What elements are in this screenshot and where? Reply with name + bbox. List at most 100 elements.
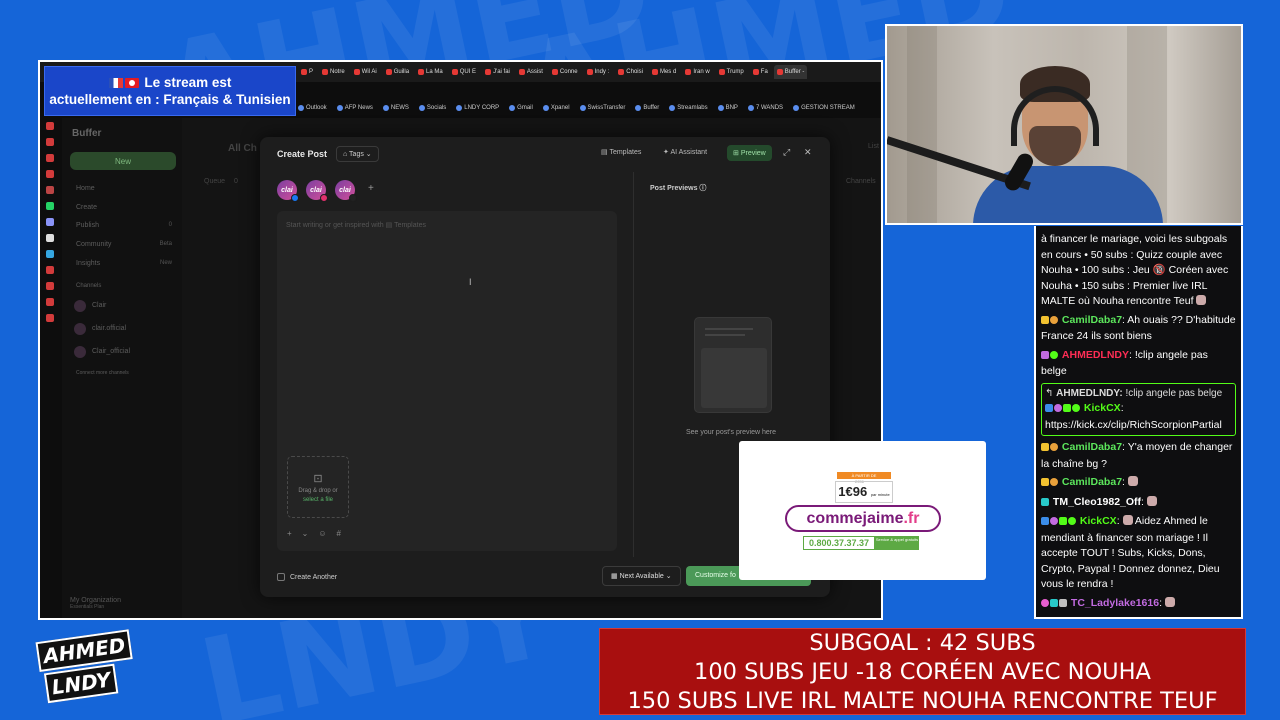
channel-item[interactable]: Clair xyxy=(92,302,106,309)
rail-app-icon[interactable] xyxy=(46,138,54,146)
telegram-icon[interactable] xyxy=(46,250,54,258)
folder-icon xyxy=(747,105,754,111)
sidebar-item-create[interactable]: Create xyxy=(76,204,97,211)
chat-link[interactable]: https://kick.cx/clip/RichScorpionPartial xyxy=(1045,419,1222,431)
channel-item[interactable]: Clair_official xyxy=(92,348,130,355)
language-banner: Le stream est actuellement en : Français… xyxy=(44,66,296,116)
browser-tab[interactable]: Iran w xyxy=(682,65,712,79)
bookmark-afp-news[interactable]: AFP News xyxy=(336,105,373,111)
queue-tab[interactable]: Queue xyxy=(204,178,225,185)
new-badge: New xyxy=(159,260,172,266)
bookmark-outlook[interactable]: Outlook xyxy=(298,105,327,111)
preview-toggle-button[interactable]: ⊞ Preview xyxy=(727,145,772,161)
rail-app-icon[interactable] xyxy=(46,154,54,162)
media-dropzone[interactable]: ⊡ Drag & drop or select a file xyxy=(287,456,349,518)
browser-tab[interactable]: J'ai fai xyxy=(482,65,513,79)
bookmark-buffer[interactable]: Buffer xyxy=(635,105,659,111)
channel-item[interactable]: clair.official xyxy=(92,325,126,332)
channel-avatar-facebook[interactable]: clai xyxy=(277,180,299,202)
connect-more-channels[interactable]: Connect more channels xyxy=(76,370,129,376)
chat-username[interactable]: TC_Ladylake1616 xyxy=(1071,597,1159,609)
emoji-badge-icon xyxy=(1050,315,1058,324)
emoji-button[interactable]: ☺ xyxy=(318,529,326,538)
bookmark-gmail[interactable]: Gmail xyxy=(509,105,533,111)
whatsapp-icon[interactable] xyxy=(46,202,54,210)
chat-username[interactable]: CamilDaba7 xyxy=(1062,476,1122,488)
channel-avatar-instagram[interactable]: clai xyxy=(306,180,328,202)
expand-icon[interactable]: ⤢ xyxy=(783,147,790,158)
chat-username[interactable]: KickCX xyxy=(1084,402,1121,414)
sidebar-item-home[interactable]: Home xyxy=(76,185,95,192)
tab-favicon-icon xyxy=(301,69,307,75)
organization-plan: Essentials Plan xyxy=(70,604,105,610)
sidebar-item-community[interactable]: Community xyxy=(76,241,111,248)
checkbox[interactable] xyxy=(277,573,285,581)
bookmark-swisstransfer[interactable]: SwissTransfer xyxy=(579,105,625,111)
organization-switcher[interactable]: My Organization Essentials Plan xyxy=(70,597,121,610)
add-channel-button[interactable]: + xyxy=(368,183,374,194)
bookmark-lndy-corp[interactable]: LNDY CORP xyxy=(456,105,499,111)
x-icon[interactable] xyxy=(46,234,54,242)
bookmark-socials[interactable]: Socials xyxy=(418,105,446,111)
rail-app-icon[interactable] xyxy=(46,186,54,194)
browser-tab[interactable]: Choisi xyxy=(615,65,646,79)
browser-tab[interactable]: Wil Ai xyxy=(351,65,380,79)
bookmark-bnp[interactable]: BNP xyxy=(717,105,738,111)
settings-icon[interactable] xyxy=(46,314,54,322)
sidebar-item-insights[interactable]: Insights xyxy=(76,260,100,267)
next-available-dropdown[interactable]: ▦ Next Available ⌄ xyxy=(602,566,681,586)
new-post-button[interactable]: New xyxy=(70,152,176,170)
browser-tab[interactable]: Indy : xyxy=(584,65,613,79)
browser-tab[interactable]: Guilla xyxy=(383,65,412,79)
browser-tab[interactable]: P xyxy=(298,65,316,79)
browser-tab[interactable]: Fa xyxy=(750,65,771,79)
channels-heading: Channels xyxy=(76,283,102,289)
rail-app-icon[interactable] xyxy=(46,122,54,130)
bookmark-7-wands[interactable]: 7 WANDS xyxy=(747,105,783,111)
browser-tab[interactable]: QUI E xyxy=(449,65,479,79)
bookmark-gestion-stream[interactable]: GESTION STREAM xyxy=(793,105,855,111)
organization-name: My Organization xyxy=(70,597,121,604)
discord-icon[interactable] xyxy=(46,218,54,226)
download-icon[interactable] xyxy=(46,282,54,290)
history-icon[interactable] xyxy=(46,266,54,274)
tab-favicon-icon xyxy=(551,69,558,75)
add-media-button[interactable]: + xyxy=(287,529,292,538)
close-icon[interactable]: ✕ xyxy=(804,147,812,158)
browser-tab[interactable]: Mes d xyxy=(649,65,679,79)
facebook-icon xyxy=(291,194,299,202)
browser-tab[interactable]: Assist xyxy=(516,65,546,79)
select-file-link[interactable]: select a file xyxy=(303,497,333,503)
browser-tab-active[interactable]: Buffer - xyxy=(773,65,808,79)
channel-avatar-x[interactable]: clai xyxy=(335,180,357,202)
browser-tab[interactable]: La Ma xyxy=(415,65,446,79)
rail-app-icon[interactable] xyxy=(46,298,54,306)
browser-tab[interactable]: Notre xyxy=(319,65,348,79)
editor-placeholder: Start writing or get inspired with ▤ Tem… xyxy=(286,222,426,229)
chat-username[interactable]: TM_Cleo1982_Off xyxy=(1053,496,1141,508)
sidebar-item-publish[interactable]: Publish xyxy=(76,222,99,229)
chevron-down-icon[interactable]: ⌄ xyxy=(302,529,309,538)
subgoal-banner: SUBGOAL : 42 SUBS 100 SUBS JEU -18 CORÉE… xyxy=(599,628,1246,715)
chat-username[interactable]: CamilDaba7 xyxy=(1062,314,1122,326)
rail-app-icon[interactable] xyxy=(46,170,54,178)
chat-username[interactable]: CamilDaba7 xyxy=(1062,441,1122,453)
chat-username[interactable]: KickCX xyxy=(1080,515,1117,527)
hashtag-button[interactable]: # xyxy=(337,529,341,538)
browser-tab[interactable]: Conne xyxy=(549,65,581,79)
templates-button[interactable]: ▤ Templates xyxy=(601,148,641,156)
channels-filter[interactable]: Channels xyxy=(846,178,876,185)
ai-assistant-button[interactable]: ✦ AI Assistant xyxy=(663,148,707,156)
webcam-feed xyxy=(885,24,1243,225)
bookmark-icon xyxy=(542,105,549,111)
create-another-checkbox[interactable]: Create Another xyxy=(277,573,337,581)
tags-dropdown[interactable]: ⌂ Tags ⌄ xyxy=(336,146,379,162)
bookmark-streamlabs[interactable]: Streamlabs xyxy=(669,105,708,111)
reply-reference: ↰ AHMEDLNDY: !clip angele pas belge xyxy=(1045,387,1223,399)
chat-username[interactable]: AHMEDLNDY xyxy=(1062,349,1129,361)
bookmark-news[interactable]: NEWS xyxy=(382,105,409,111)
bookmark-xpanel[interactable]: Xpanel xyxy=(542,105,570,111)
browser-tab[interactable]: Trump xyxy=(716,65,747,79)
list-view-toggle[interactable]: List xyxy=(868,143,879,150)
post-editor[interactable]: Start writing or get inspired with ▤ Tem… xyxy=(277,211,617,551)
